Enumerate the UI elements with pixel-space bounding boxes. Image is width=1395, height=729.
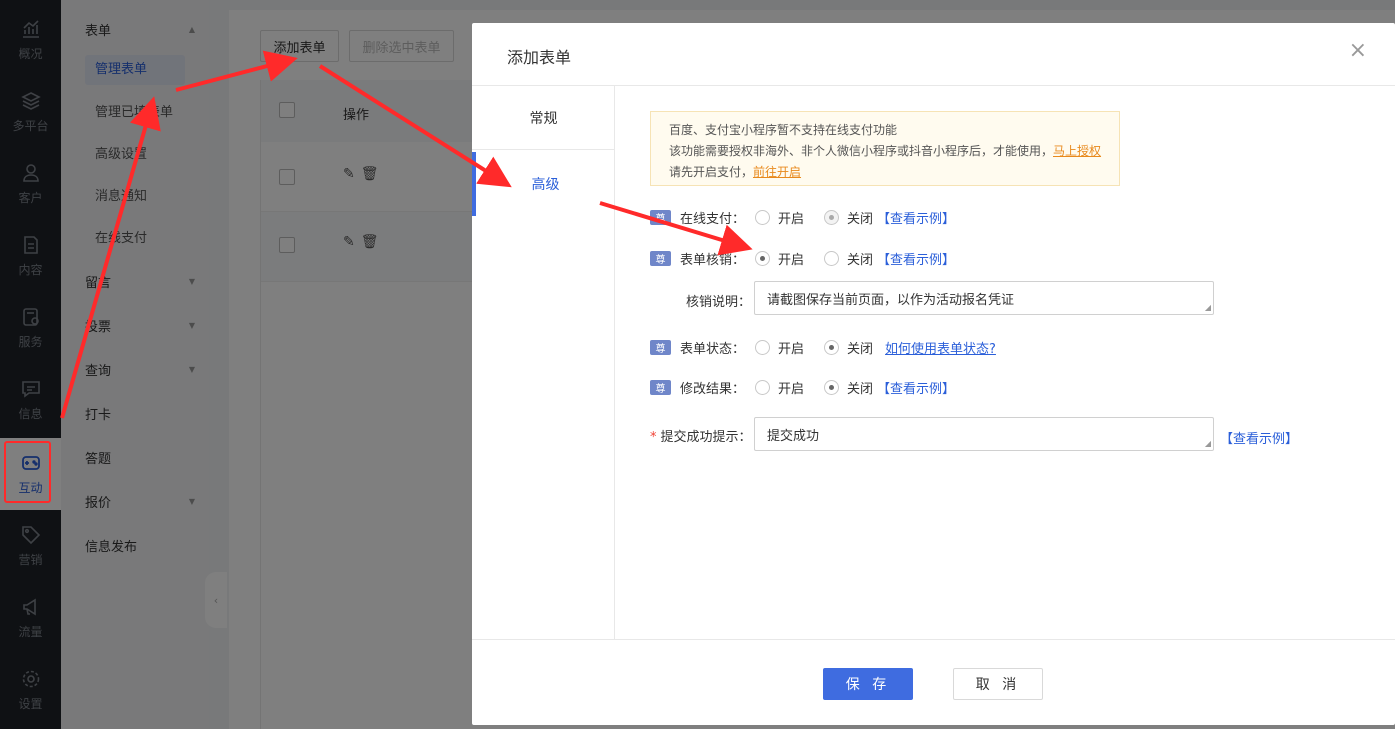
cancel-button[interactable]: 取 消 [953, 668, 1043, 700]
verify-on-radio[interactable] [755, 250, 771, 266]
modify-example-link[interactable]: 【查看示例】 [877, 378, 955, 397]
vip-badge-icon: 尊 [650, 209, 671, 225]
form-status-row: 尊 表单状态： 开启 关闭 如何使用表单状态? [650, 336, 996, 358]
modify-result-row: 尊 修改结果： 开启 关闭 【查看示例】 [650, 376, 955, 398]
dialog-header: 添加表单 × [472, 23, 1395, 86]
payment-notice: 百度、支付宝小程序暂不支持在线支付功能 该功能需要授权非海外、非个人微信小程序或… [650, 111, 1120, 186]
vip-badge-icon: 尊 [650, 379, 671, 395]
online-pay-row: 尊 在线支付： 开启 关闭 【查看示例】 [650, 206, 955, 228]
enable-payment-link[interactable]: 前往开启 [753, 165, 801, 179]
modify-off-radio[interactable] [824, 379, 840, 395]
add-form-dialog: 添加表单 × 常规 高级 百度、支付宝小程序暂不支持在线支付功能 该功能需要授权… [472, 23, 1395, 725]
resize-handle-icon[interactable]: ◢ [1205, 303, 1211, 312]
online-pay-on-radio[interactable] [755, 209, 771, 225]
authorize-now-link[interactable]: 马上授权 [1053, 144, 1101, 158]
success-tip-input[interactable]: 提交成功 ◢ [754, 417, 1214, 451]
vip-badge-icon: 尊 [650, 339, 671, 355]
dialog-tabs: 常规 高级 [472, 86, 615, 639]
success-tip-label: * 提交成功提示： [650, 430, 752, 445]
vip-badge-icon: 尊 [650, 250, 671, 266]
tab-advanced[interactable]: 高级 [472, 152, 615, 216]
online-pay-example-link[interactable]: 【查看示例】 [877, 208, 955, 227]
verify-off-radio[interactable] [824, 250, 840, 266]
dialog-footer: 保 存 取 消 [472, 639, 1395, 725]
verify-note-label: 核销说明： [686, 295, 752, 310]
status-on-radio[interactable] [755, 339, 771, 355]
resize-handle-icon[interactable]: ◢ [1205, 439, 1211, 448]
verify-note-input[interactable]: 请截图保存当前页面，以作为活动报名凭证 ◢ [754, 281, 1214, 315]
success-tip-example-link[interactable]: 【查看示例】 [1220, 428, 1298, 447]
verify-example-link[interactable]: 【查看示例】 [877, 249, 955, 268]
dialog-title: 添加表单 [507, 48, 572, 67]
online-pay-off-radio[interactable] [824, 209, 840, 225]
close-icon[interactable]: × [1349, 38, 1367, 63]
modify-on-radio[interactable] [755, 379, 771, 395]
save-button[interactable]: 保 存 [823, 668, 913, 700]
tab-general[interactable]: 常规 [472, 86, 615, 150]
status-off-radio[interactable] [824, 339, 840, 355]
form-status-help-link[interactable]: 如何使用表单状态? [885, 338, 996, 357]
verify-row: 尊 表单核销： 开启 关闭 【查看示例】 [650, 247, 955, 269]
required-mark: * [650, 430, 657, 445]
